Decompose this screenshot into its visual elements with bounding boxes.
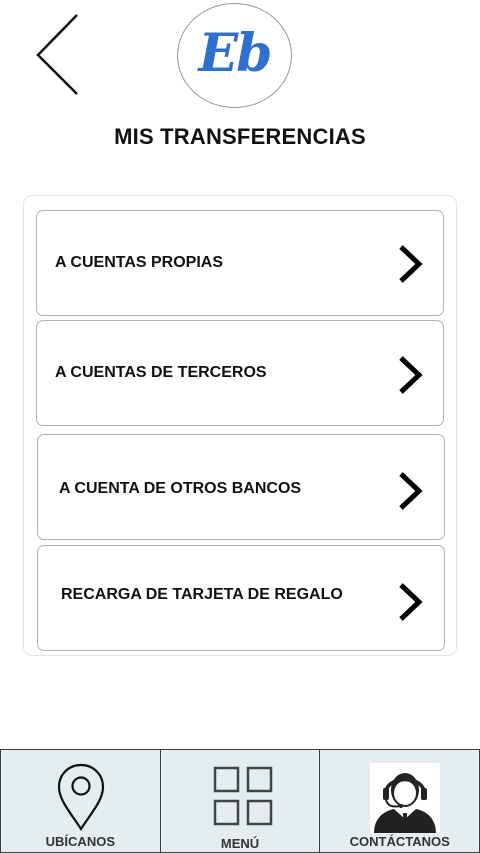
option-own-accounts[interactable]: A CUENTAS PROPIAS: [36, 210, 444, 316]
chevron-left-icon: [36, 14, 78, 95]
nav-label: UBÍCANOS: [45, 834, 115, 849]
grid-menu-icon: [213, 766, 272, 826]
chevron-right-icon: [399, 245, 423, 283]
nav-label: MENÚ: [220, 836, 260, 851]
option-label: RECARGA DE TARJETA DE REGALO: [61, 586, 343, 603]
nav-item-menu[interactable]: MENÚ: [160, 749, 321, 853]
support-agent-icon: [370, 763, 441, 833]
bank-logo: Eb: [177, 3, 292, 108]
bottom-nav: UBÍCANOS MENÚ CONTÁCTANOS: [0, 749, 480, 853]
option-third-party-accounts[interactable]: A CUENTAS DE TERCEROS: [36, 320, 444, 426]
option-gift-card-recharge[interactable]: RECARGA DE TARJETA DE REGALO: [37, 545, 445, 651]
back-button[interactable]: [34, 12, 84, 98]
option-label: A CUENTAS DE TERCEROS: [55, 364, 267, 381]
logo-text: Eb: [198, 23, 273, 84]
chevron-right-icon: [399, 583, 423, 621]
option-other-banks[interactable]: A CUENTA DE OTROS BANCOS: [37, 434, 445, 540]
location-pin-icon: [57, 763, 105, 832]
nav-label: CONTÁCTANOS: [349, 834, 450, 849]
option-label: A CUENTA DE OTROS BANCOS: [59, 480, 302, 497]
nav-item-contact[interactable]: CONTÁCTANOS: [320, 749, 480, 853]
chevron-right-icon: [399, 356, 423, 394]
nav-item-locate[interactable]: UBÍCANOS: [0, 749, 161, 853]
option-label: A CUENTAS PROPIAS: [55, 254, 224, 271]
page-title: MIS TRANSFERENCIAS: [114, 124, 366, 149]
chevron-right-icon: [399, 472, 423, 510]
